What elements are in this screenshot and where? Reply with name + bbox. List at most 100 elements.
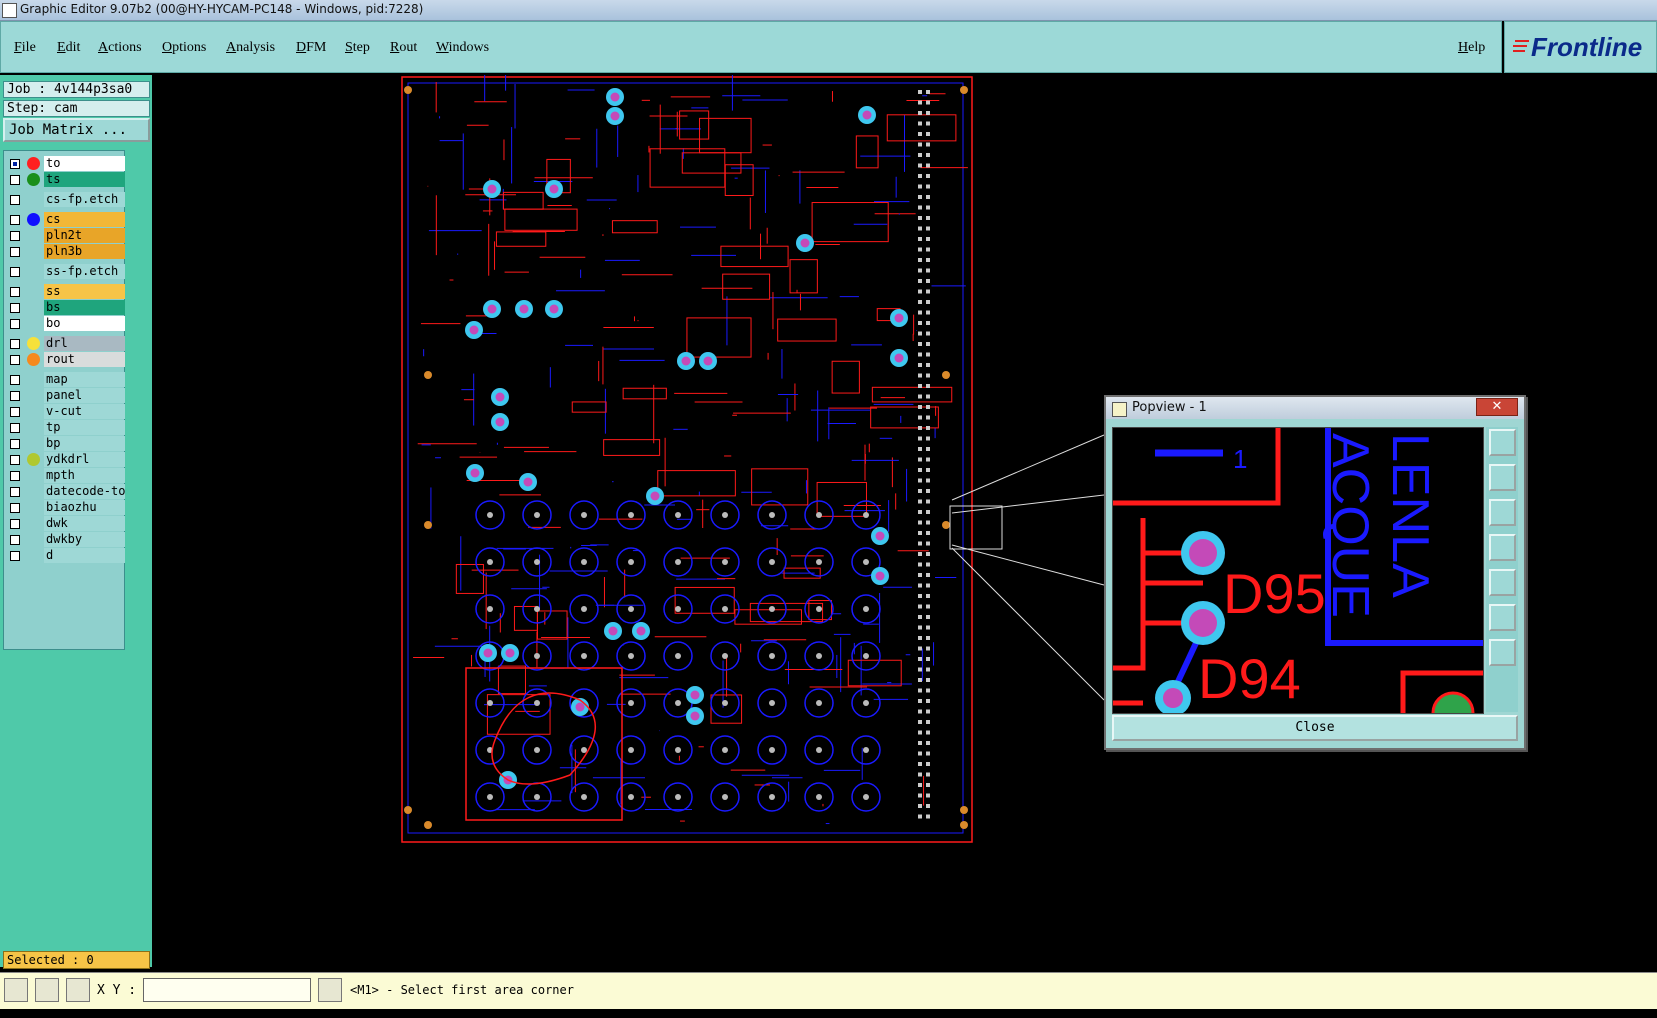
- layer-checkbox[interactable]: [10, 215, 20, 225]
- layer-name[interactable]: pln2t: [44, 228, 125, 243]
- popview-titlebar[interactable]: Popview - 1 ✕: [1106, 397, 1524, 419]
- layer-row[interactable]: d: [7, 548, 125, 564]
- pcb-canvas[interactable]: [400, 75, 1030, 895]
- layer-row[interactable]: ss: [7, 284, 125, 300]
- layer-checkbox[interactable]: [10, 519, 20, 529]
- layer-row[interactable]: datecode-to: [7, 484, 125, 500]
- layer-checkbox[interactable]: [10, 319, 20, 329]
- layer-row[interactable]: tp: [7, 420, 125, 436]
- layer-row[interactable]: pln3b: [7, 244, 125, 260]
- popview-zoom-canvas[interactable]: D95 D94 1 LENLA ACQUE: [1112, 427, 1484, 714]
- layer-name[interactable]: drl: [44, 336, 125, 351]
- layer-name[interactable]: ss: [44, 284, 125, 299]
- layer-name[interactable]: bs: [44, 300, 125, 315]
- menu-analysis[interactable]: Analysis: [226, 40, 275, 56]
- job-matrix-button[interactable]: Job Matrix ...: [3, 118, 150, 142]
- layer-name[interactable]: tp: [44, 420, 125, 435]
- grid-tool-icon[interactable]: [66, 978, 90, 1002]
- layer-row[interactable]: pln2t: [7, 228, 125, 244]
- menu-help[interactable]: Help: [1458, 40, 1485, 56]
- popview-tool-1-icon[interactable]: [1489, 429, 1516, 456]
- layer-checkbox[interactable]: [10, 455, 20, 465]
- layer-checkbox[interactable]: [10, 503, 20, 513]
- layer-row[interactable]: dwk: [7, 516, 125, 532]
- layer-row[interactable]: bs: [7, 300, 125, 316]
- layer-name[interactable]: ts: [44, 172, 125, 187]
- layer-name[interactable]: d: [44, 548, 125, 563]
- layer-name[interactable]: map: [44, 372, 125, 387]
- measure-tool-icon[interactable]: [35, 978, 59, 1002]
- menu-rout[interactable]: Rout: [390, 40, 417, 56]
- layer-row[interactable]: panel: [7, 388, 125, 404]
- layer-checkbox[interactable]: [10, 423, 20, 433]
- layer-checkbox[interactable]: [10, 231, 20, 241]
- menu-options[interactable]: Options: [162, 40, 206, 56]
- layer-name[interactable]: ss-fp.etch: [44, 264, 125, 279]
- layer-row[interactable]: mpth: [7, 468, 125, 484]
- layer-checkbox[interactable]: [10, 355, 20, 365]
- popview-tool-zoom-in-icon[interactable]: [1489, 604, 1516, 631]
- popview-tool-up-icon[interactable]: [1489, 464, 1516, 491]
- layer-checkbox[interactable]: [10, 471, 20, 481]
- layer-name[interactable]: pln3b: [44, 244, 125, 259]
- layer-name[interactable]: panel: [44, 388, 125, 403]
- layer-row[interactable]: dwkby: [7, 532, 125, 548]
- layer-name[interactable]: v-cut: [44, 404, 125, 419]
- layer-row[interactable]: cs-fp.etch: [7, 192, 125, 208]
- popview-tool-down-icon[interactable]: [1489, 499, 1516, 526]
- xy-input[interactable]: [143, 978, 311, 1002]
- layer-row[interactable]: ydkdrl: [7, 452, 125, 468]
- layer-checkbox[interactable]: [10, 175, 20, 185]
- menu-windows[interactable]: Windows: [436, 40, 489, 56]
- layer-checkbox[interactable]: [10, 159, 20, 169]
- layer-row[interactable]: to: [7, 156, 125, 172]
- layer-row[interactable]: biaozhu: [7, 500, 125, 516]
- layer-row[interactable]: cs: [7, 212, 125, 228]
- menu-file[interactable]: File: [14, 40, 36, 56]
- layer-checkbox[interactable]: [10, 551, 20, 561]
- layer-row[interactable]: drl: [7, 336, 125, 352]
- layer-name[interactable]: bp: [44, 436, 125, 451]
- layer-name[interactable]: ydkdrl: [44, 452, 125, 467]
- layer-checkbox[interactable]: [10, 195, 20, 205]
- layer-checkbox[interactable]: [10, 287, 20, 297]
- layer-checkbox[interactable]: [10, 439, 20, 449]
- layer-name[interactable]: mpth: [44, 468, 125, 483]
- layer-name[interactable]: dwk: [44, 516, 125, 531]
- layer-checkbox[interactable]: [10, 407, 20, 417]
- menu-dfm[interactable]: DFM: [296, 40, 326, 56]
- layer-name[interactable]: datecode-to: [44, 484, 125, 499]
- menu-step[interactable]: Step: [345, 40, 370, 56]
- layer-row[interactable]: map: [7, 372, 125, 388]
- menu-edit[interactable]: Edit: [57, 40, 80, 56]
- layer-name[interactable]: bo: [44, 316, 125, 331]
- select-tool-icon[interactable]: [4, 978, 28, 1002]
- layer-checkbox[interactable]: [10, 339, 20, 349]
- layer-row[interactable]: bo: [7, 316, 125, 332]
- layer-checkbox[interactable]: [10, 535, 20, 545]
- popview-close-icon[interactable]: ✕: [1476, 398, 1518, 416]
- layer-row[interactable]: ss-fp.etch: [7, 264, 125, 280]
- layer-checkbox[interactable]: [10, 487, 20, 497]
- layer-row[interactable]: ts: [7, 172, 125, 188]
- layer-checkbox[interactable]: [10, 303, 20, 313]
- popview-tool-right-icon[interactable]: [1489, 569, 1516, 596]
- popview-tool-zoom-out-icon[interactable]: [1489, 639, 1516, 666]
- layer-checkbox[interactable]: [10, 267, 20, 277]
- layer-name[interactable]: biaozhu: [44, 500, 125, 515]
- layer-name[interactable]: rout: [44, 352, 125, 367]
- menu-actions[interactable]: Actions: [98, 40, 142, 56]
- layer-name[interactable]: cs: [44, 212, 125, 227]
- layer-row[interactable]: rout: [7, 352, 125, 368]
- layer-checkbox[interactable]: [10, 375, 20, 385]
- layer-checkbox[interactable]: [10, 247, 20, 257]
- popview-close-button[interactable]: Close: [1112, 715, 1518, 741]
- layer-row[interactable]: v-cut: [7, 404, 125, 420]
- layer-name[interactable]: dwkby: [44, 532, 125, 547]
- layer-row[interactable]: bp: [7, 436, 125, 452]
- popview-tool-left-icon[interactable]: [1489, 534, 1516, 561]
- layer-name[interactable]: to: [44, 156, 125, 171]
- info-icon[interactable]: [318, 978, 342, 1002]
- layer-checkbox[interactable]: [10, 391, 20, 401]
- layer-name[interactable]: cs-fp.etch: [44, 192, 125, 207]
